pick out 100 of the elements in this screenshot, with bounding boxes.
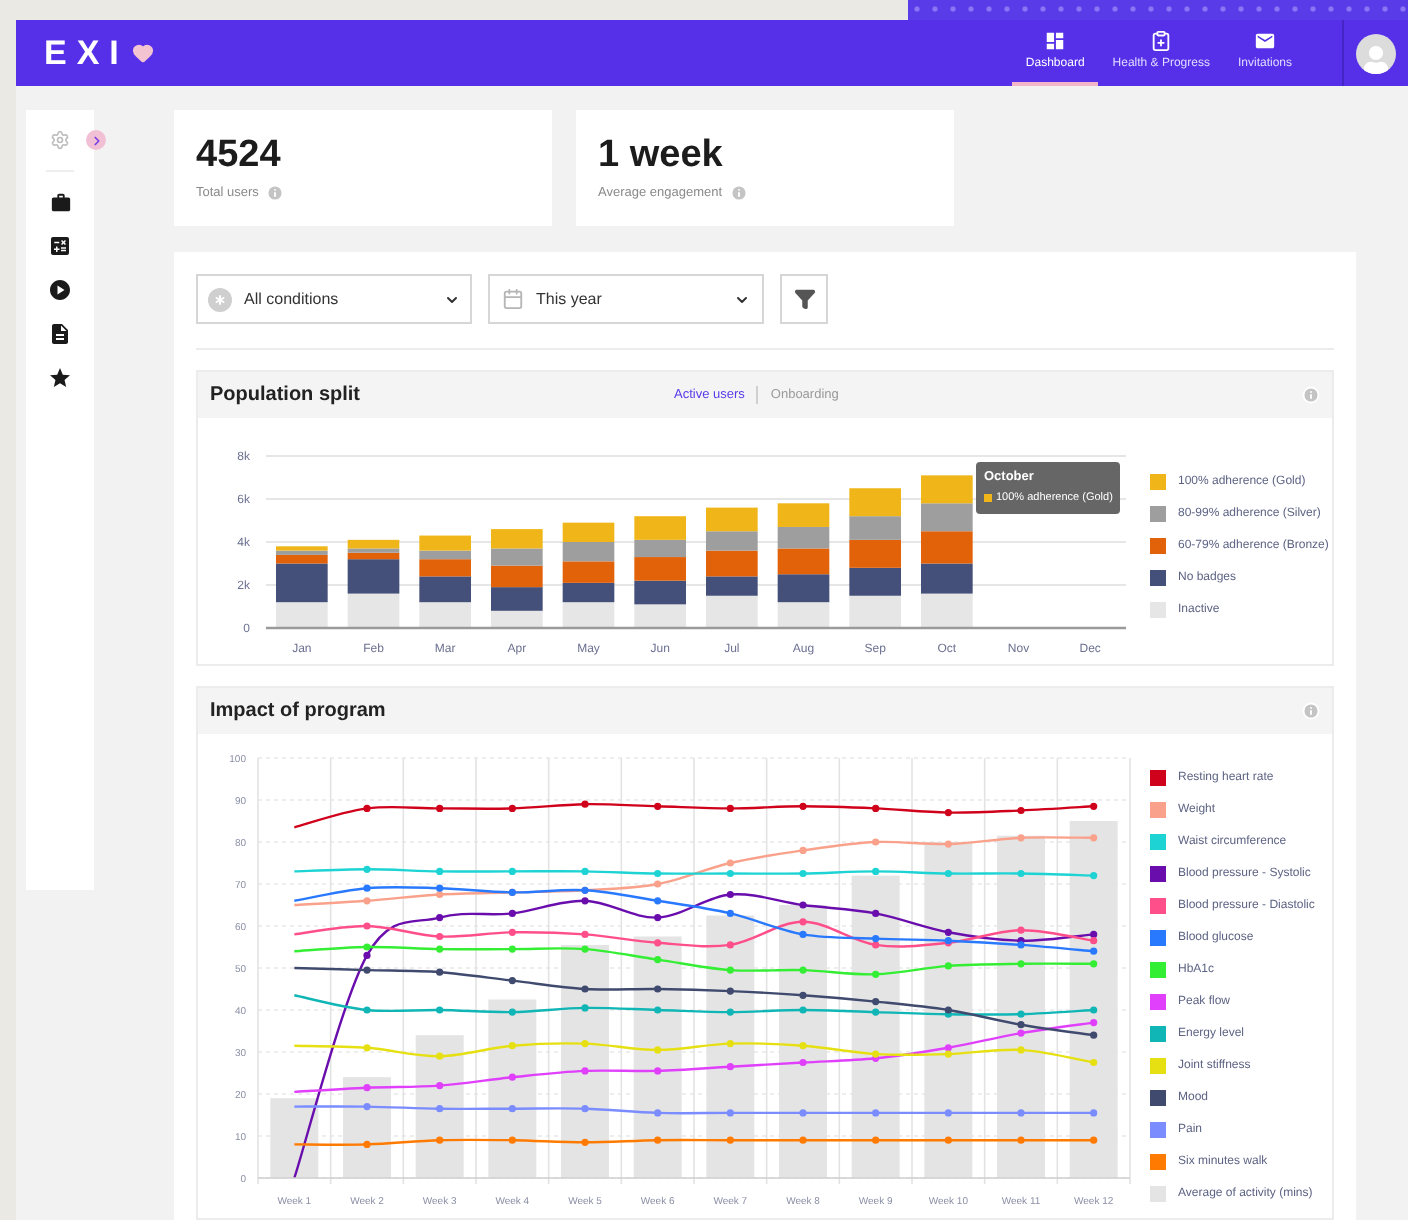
filter-button[interactable] [780, 274, 828, 324]
briefcase-icon[interactable] [49, 192, 71, 214]
point [872, 941, 880, 949]
point [436, 1136, 444, 1144]
point [508, 1008, 516, 1016]
point [1017, 869, 1025, 878]
point [508, 928, 516, 936]
point [1090, 802, 1098, 810]
point [726, 1008, 734, 1016]
point [581, 945, 589, 953]
bar-segment [634, 579, 686, 604]
point [872, 1136, 880, 1144]
bar-segment [777, 601, 830, 627]
point [363, 922, 371, 930]
bar-segment [849, 566, 901, 595]
point [363, 1084, 371, 1092]
point [1017, 834, 1025, 842]
point [654, 802, 662, 810]
point [654, 1109, 662, 1117]
point [363, 1140, 371, 1148]
point [872, 1008, 880, 1016]
point [726, 966, 734, 974]
point [508, 1042, 516, 1050]
bar-segment [562, 601, 615, 627]
condition-dropdown[interactable]: All conditions [196, 274, 472, 324]
point [363, 897, 371, 905]
bar-segment [921, 592, 973, 627]
point [1017, 1109, 1025, 1117]
point [726, 1040, 734, 1048]
point [944, 809, 952, 817]
point [508, 945, 516, 953]
point [363, 1044, 371, 1052]
point [436, 968, 444, 976]
logo: EXI [44, 31, 129, 76]
point [872, 804, 880, 812]
point [654, 939, 662, 947]
bar-segment [777, 502, 830, 526]
point [508, 1073, 516, 1081]
calculator-icon[interactable] [48, 234, 72, 258]
point [799, 901, 807, 909]
star-icon[interactable] [48, 366, 72, 390]
point [654, 1006, 662, 1014]
point [363, 943, 371, 951]
point [872, 909, 880, 917]
avatar[interactable] [1356, 33, 1396, 73]
bar-segment [777, 547, 830, 574]
point [581, 1040, 589, 1048]
point [363, 951, 371, 959]
point [799, 869, 807, 878]
point [1090, 1058, 1098, 1067]
bar-segment [849, 515, 901, 539]
point [363, 804, 371, 812]
point [799, 918, 807, 926]
point [872, 935, 880, 943]
point [436, 1006, 444, 1014]
point [726, 1063, 734, 1071]
point [581, 1004, 589, 1012]
point [726, 941, 734, 949]
point [1017, 1021, 1025, 1029]
point [1017, 1010, 1025, 1018]
point [654, 956, 662, 964]
point [654, 897, 662, 905]
point [581, 985, 589, 993]
point [799, 1058, 807, 1067]
point [799, 991, 807, 999]
point [508, 867, 516, 875]
bar-segment [706, 506, 758, 531]
point [799, 966, 807, 974]
point [799, 1136, 807, 1144]
period-dropdown[interactable]: This year [488, 274, 764, 324]
point [436, 1082, 444, 1090]
point [726, 890, 734, 899]
play-icon[interactable] [48, 278, 72, 302]
calendar-icon [502, 288, 524, 310]
point [1090, 1031, 1098, 1039]
point [1090, 1109, 1098, 1117]
point [1017, 1136, 1025, 1144]
document-icon[interactable] [48, 322, 72, 346]
point [1090, 1019, 1098, 1027]
point [363, 1103, 371, 1111]
expand-button[interactable] [86, 130, 106, 150]
point [1017, 960, 1025, 968]
point [799, 1109, 807, 1117]
point [1017, 806, 1025, 815]
bar-segment [849, 538, 901, 567]
point [363, 966, 371, 974]
bar-segment [491, 528, 543, 548]
asterisk-icon [208, 287, 232, 311]
point [654, 914, 662, 922]
point [436, 867, 444, 875]
bar-segment [706, 530, 758, 550]
point [726, 869, 734, 878]
point [508, 977, 516, 985]
point [581, 1067, 589, 1075]
chevron-right-icon [89, 133, 103, 147]
point [508, 1105, 516, 1113]
point [1090, 834, 1098, 842]
bar-segment [777, 573, 830, 602]
point [436, 1105, 444, 1113]
point [872, 838, 880, 846]
